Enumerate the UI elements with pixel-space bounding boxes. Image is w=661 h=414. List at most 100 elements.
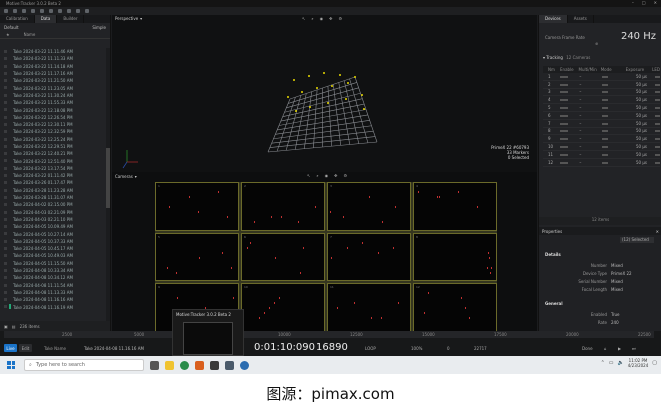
speed-field[interactable]: 100% [411,346,422,351]
task-view-icon[interactable] [150,360,159,370]
exposure-value[interactable]: 50 µs [627,82,655,87]
edit-mode-button[interactable]: Edit [19,344,32,352]
led-toggle[interactable] [654,114,660,117]
view-settings-icon[interactable]: ⚙ [343,173,347,178]
tab-devices[interactable]: Devices [539,15,568,23]
selection-dropdown[interactable]: (12) Selected [620,237,654,243]
led-toggle[interactable] [654,91,660,94]
column-header-multi[interactable]: Multi/Min [579,67,601,72]
led-toggle[interactable] [654,122,660,125]
exposure-value[interactable]: 50 µs [627,128,655,133]
property-value[interactable]: True [611,312,620,317]
take-checkbox[interactable] [4,166,7,170]
exposure-value[interactable]: 50 µs [627,74,655,79]
mode-icon[interactable] [602,153,609,156]
take-checkbox[interactable] [4,188,7,192]
column-header-led[interactable]: LED [652,67,660,72]
start-windows-icon[interactable] [4,358,18,372]
cameras-view-dropdown[interactable]: Cameras [115,174,133,179]
mode-icon[interactable] [602,161,609,164]
exposure-value[interactable]: 50 µs [627,97,655,102]
take-list-item[interactable]: Take 2024-03-22 12.25.24 PM [0,136,106,143]
cameras-viewport[interactable]: Cameras ▾ ↖ ⌕ ◉ ✥ ⚙ 1 2 3 4 5 6 7 8 9 10 11 12 [112,172,537,332]
enable-toggle[interactable] [560,138,569,141]
take-list-item[interactable]: Take 2024-03-28 11.31.07 AM [0,194,106,201]
chevron-down-icon[interactable]: ▾ [543,55,545,60]
taskbar-search-box[interactable]: ⌕ Type here to search [24,359,144,371]
tab-data[interactable]: Data [34,15,58,23]
marker-point[interactable] [354,76,356,78]
enable-toggle[interactable] [560,99,569,102]
marker-point[interactable] [301,91,303,93]
camera-table-row[interactable]: 3 – 50 µs [543,89,660,97]
camera-table-row[interactable]: 4 – 50 µs [543,96,660,105]
camera-feed-cell[interactable]: 5 [155,232,239,282]
marker-point[interactable] [323,72,325,74]
property-value[interactable]: Mixed [611,279,623,284]
marker-point[interactable] [293,79,295,81]
enable-toggle[interactable] [560,146,569,149]
take-checkbox[interactable] [4,276,7,280]
take-checkbox[interactable] [4,57,7,61]
take-checkbox[interactable] [4,210,7,214]
pan-tool-icon[interactable]: ✥ [334,173,337,178]
take-list-item[interactable]: Take 2024-03-22 11.23.05 AM [0,84,106,91]
taskbar-preview-popup[interactable]: Motive:Tracker 3.0.2 Beta 2 [172,309,244,356]
camera-table-row[interactable]: 10 – 50 µs [543,143,660,151]
calibration-icon[interactable] [31,9,35,13]
led-toggle[interactable] [654,153,660,156]
column-header-mode[interactable]: Mode [601,67,625,72]
take-list-item[interactable]: Take 2024-04-05 10.27.14 AM [0,230,106,237]
take-list-item[interactable]: Take 2024-04-05 10.37.33 AM [0,238,106,245]
camera-feed-cell[interactable]: 8 [413,232,497,282]
home-icon[interactable]: ⌂ [604,346,607,351]
take-checkbox[interactable] [4,225,7,229]
exposure-value[interactable]: 50 µs [627,136,655,141]
take-list-item[interactable]: Take 2024-04-08 11.16.16 AM [0,296,106,303]
volume-icon[interactable]: 🔈 [618,360,624,366]
marker-point[interactable] [295,110,297,112]
timeline-ruler[interactable]: 2500500075001000012500150001750020000225… [4,331,654,338]
zoom-tool-icon[interactable]: ⌕ [316,173,318,178]
take-list-item[interactable]: Take 2024-03-22 12.32.59 PM [0,128,106,135]
led-toggle[interactable] [654,146,660,149]
take-list-item[interactable]: Take 2024-04-05 10.45.17 AM [0,245,106,252]
mode-icon[interactable] [602,91,609,94]
mode-icon[interactable] [602,146,609,149]
camera-table-row[interactable]: 2 – 50 µs [543,81,660,89]
take-checkbox[interactable] [4,50,7,53]
notifications-icon[interactable]: ▢ [652,360,657,366]
frame-rate-value[interactable]: 240 Hz [621,31,656,42]
take-list-item[interactable]: Take 2024-04-08 10.33.34 AM [0,267,106,274]
marker-point[interactable] [327,102,329,104]
enable-toggle[interactable] [560,122,569,125]
led-toggle[interactable] [654,99,660,102]
marker-point[interactable] [347,82,349,84]
tab-builder[interactable]: Builder [57,15,85,23]
camera-table-row[interactable]: 5 – 50 µs [543,104,660,112]
property-value[interactable]: Mixed [611,287,623,292]
take-list-item[interactable]: Take 2024-03-22 01.11.42 PM [0,172,106,179]
take-list-item[interactable]: Take 2024-03-26 01.17.47 PM [0,179,106,186]
take-list-item[interactable]: Take 2024-04-02 02.15.00 PM [0,201,106,208]
column-header-name[interactable]: Name [24,32,36,37]
camera-table-row[interactable]: 8 – 50 µs [543,128,660,136]
help-icon[interactable] [85,9,89,13]
led-toggle[interactable] [654,107,660,110]
next-icon[interactable]: ⏭ [632,346,636,351]
take-checkbox[interactable] [4,283,7,287]
link-icon[interactable]: ⊕ [595,41,598,46]
camera-icon[interactable] [40,9,44,13]
take-checkbox[interactable] [4,232,7,236]
enable-toggle[interactable] [560,107,569,110]
column-header-exposure[interactable]: Exposure [625,67,652,72]
file-explorer-icon[interactable] [165,360,174,370]
take-checkbox[interactable] [4,268,7,272]
mode-icon[interactable] [602,99,609,102]
enable-toggle[interactable] [560,153,569,156]
take-checkbox[interactable] [4,217,7,221]
assets-icon[interactable] [76,9,80,13]
take-list-item[interactable]: Take 2024-03-22 12.30.11 PM [0,121,106,128]
take-list-item[interactable]: Take 2024-04-03 02.21.09 PM [0,209,106,216]
take-checkbox[interactable] [4,247,7,251]
